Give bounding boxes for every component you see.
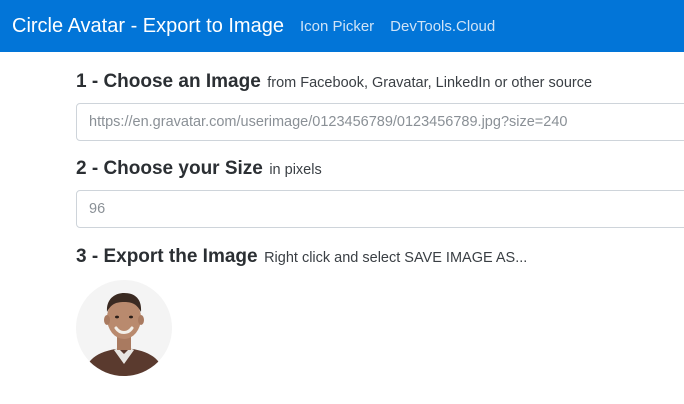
nav-link-icon-picker[interactable]: Icon Picker xyxy=(300,18,374,35)
person-photo-icon xyxy=(76,280,172,376)
step-2-heading: 2 - Choose your Size in pixels xyxy=(76,159,322,178)
nav-link-devtools-cloud[interactable]: DevTools.Cloud xyxy=(390,18,495,35)
step-3-title: 3 - Export the Image xyxy=(76,246,258,267)
step-2-title: 2 - Choose your Size xyxy=(76,158,263,179)
image-url-input[interactable] xyxy=(76,103,684,141)
brand-title[interactable]: Circle Avatar - Export to Image xyxy=(12,15,284,38)
size-input[interactable] xyxy=(76,190,684,228)
step-1-title: 1 - Choose an Image xyxy=(76,71,261,92)
step-1-hint: from Facebook, Gravatar, LinkedIn or oth… xyxy=(267,75,593,91)
top-navbar: Circle Avatar - Export to Image Icon Pic… xyxy=(0,0,684,52)
step-3-heading: 3 - Export the Image Right click and sel… xyxy=(76,247,527,266)
step-1-heading: 1 - Choose an Image from Facebook, Grava… xyxy=(76,72,592,91)
step-2-hint: in pixels xyxy=(269,162,322,178)
step-3-hint: Right click and select SAVE IMAGE AS... xyxy=(264,250,528,266)
avatar-preview[interactable] xyxy=(76,280,172,376)
